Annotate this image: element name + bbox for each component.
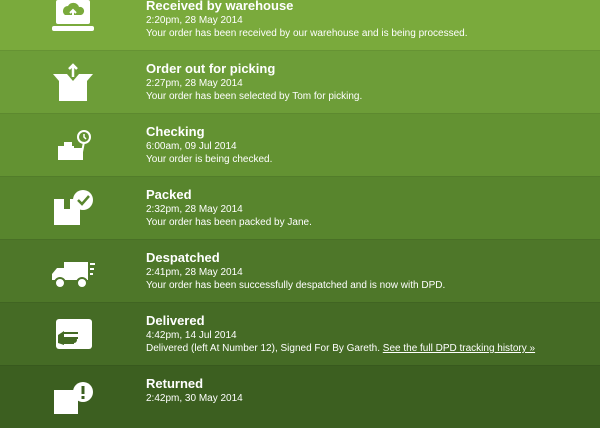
step-time: 2:32pm, 28 May 2014 [146, 204, 243, 215]
step-title: Checking [146, 124, 205, 139]
box-checkmark-icon [50, 187, 96, 229]
step-description: Your order has been received by our ware… [146, 28, 468, 39]
hand-package-icon [50, 315, 96, 357]
step-title: Received by warehouse [146, 0, 294, 13]
timeline-step-picking: Order out for picking 2:27pm, 28 May 201… [0, 50, 600, 113]
laptop-upload-icon [50, 0, 96, 38]
timeline-step-checking: Checking 6:00am, 09 Jul 2014 Your order … [0, 113, 600, 176]
open-box-icon [50, 63, 96, 105]
step-description: Your order has been selected by Tom for … [146, 91, 363, 102]
order-tracking-timeline: Received by warehouse 2:20pm, 28 May 201… [0, 0, 600, 428]
step-time: 2:41pm, 28 May 2014 [146, 267, 243, 278]
delivery-truck-icon [50, 252, 96, 294]
step-description-line: Delivered (left At Number 12), Signed Fo… [146, 342, 592, 355]
step-time: 2:27pm, 28 May 2014 [146, 78, 243, 89]
step-description: Delivered (left At Number 12), Signed Fo… [146, 343, 380, 354]
step-title: Returned [146, 376, 204, 391]
timeline-step-returned: Returned 2:42pm, 30 May 2014 [0, 365, 600, 428]
step-description: Your order has been packed by Jane. [146, 217, 312, 228]
step-time: 2:42pm, 30 May 2014 [146, 393, 243, 404]
step-title: Packed [146, 187, 192, 202]
step-title: Delivered [146, 313, 205, 328]
timeline-step-delivered: Delivered 4:42pm, 14 Jul 2014 Delivered … [0, 302, 600, 365]
boxes-clock-icon [50, 126, 96, 168]
step-title: Despatched [146, 250, 220, 265]
timeline-step-packed: Packed 2:32pm, 28 May 2014 Your order ha… [0, 176, 600, 239]
box-alert-icon [50, 378, 96, 420]
step-title: Order out for picking [146, 61, 276, 76]
step-time: 6:00am, 09 Jul 2014 [146, 141, 237, 152]
dpd-tracking-history-link[interactable]: See the full DPD tracking history » [383, 343, 535, 354]
timeline-step-received: Received by warehouse 2:20pm, 28 May 201… [0, 0, 600, 50]
step-time: 2:20pm, 28 May 2014 [146, 15, 243, 26]
timeline-step-despatched: Despatched 2:41pm, 28 May 2014 Your orde… [0, 239, 600, 302]
step-time: 4:42pm, 14 Jul 2014 [146, 330, 237, 341]
step-description: Your order has been successfully despatc… [146, 280, 446, 291]
step-description: Your order is being checked. [146, 154, 273, 165]
